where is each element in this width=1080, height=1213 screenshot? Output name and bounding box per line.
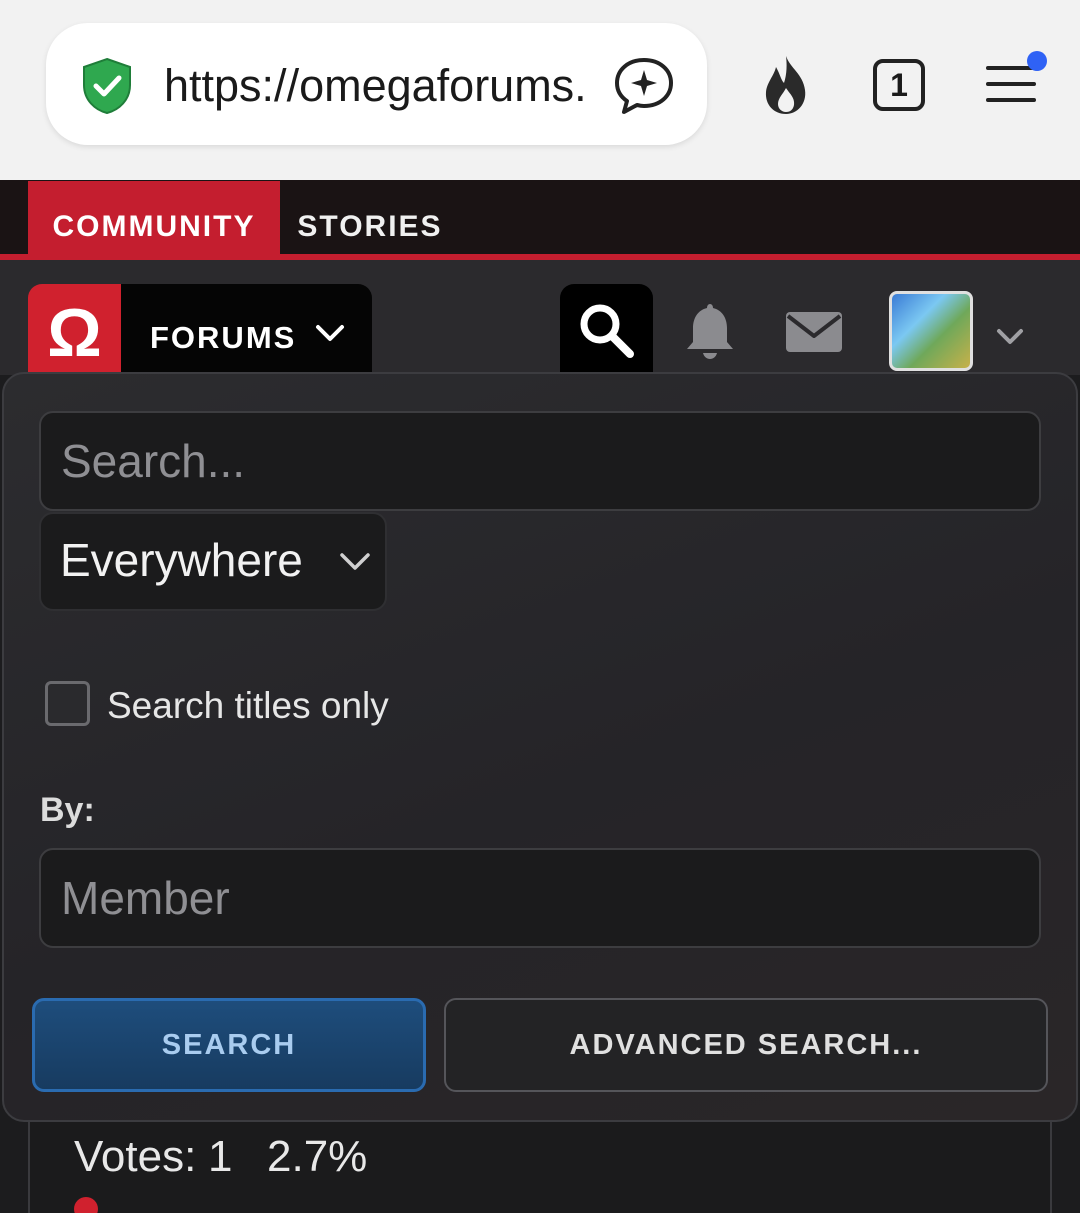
ai-sparkle-chat-icon[interactable] xyxy=(612,55,676,117)
forums-menu-label: FORUMS xyxy=(150,320,297,355)
notification-dot xyxy=(1027,51,1047,71)
votes-count: 1 xyxy=(208,1132,233,1181)
bell-icon[interactable] xyxy=(684,300,736,362)
tab-count[interactable]: 1 xyxy=(871,57,927,113)
tab-stories[interactable]: STORIES xyxy=(280,181,460,257)
url-text[interactable]: https://omegaforums.net xyxy=(164,58,588,114)
votes-label: Votes: xyxy=(74,1132,197,1181)
advanced-search-button[interactable]: ADVANCED SEARCH... xyxy=(444,998,1048,1092)
by-member-label: By: xyxy=(40,791,95,829)
chevron-down-icon xyxy=(316,325,344,341)
search-icon xyxy=(580,304,634,358)
avatar[interactable] xyxy=(889,291,973,371)
chevron-down-icon xyxy=(340,553,370,570)
chevron-down-icon[interactable] xyxy=(995,326,1025,348)
titles-only-checkbox[interactable] xyxy=(45,681,90,726)
votes-percent: 2.7% xyxy=(267,1132,368,1181)
tab-community[interactable]: COMMUNITY xyxy=(28,181,280,257)
search-input[interactable] xyxy=(39,411,1041,511)
search-button[interactable]: SEARCH xyxy=(32,998,426,1092)
omega-logo-icon: Ω xyxy=(47,295,102,371)
member-field[interactable] xyxy=(39,848,1041,948)
search-scope-value: Everywhere xyxy=(60,534,303,586)
mail-icon[interactable] xyxy=(784,308,844,356)
fire-icon[interactable] xyxy=(757,54,815,116)
shield-check-icon[interactable] xyxy=(76,55,138,117)
titles-only-label[interactable]: Search titles only xyxy=(107,684,389,728)
